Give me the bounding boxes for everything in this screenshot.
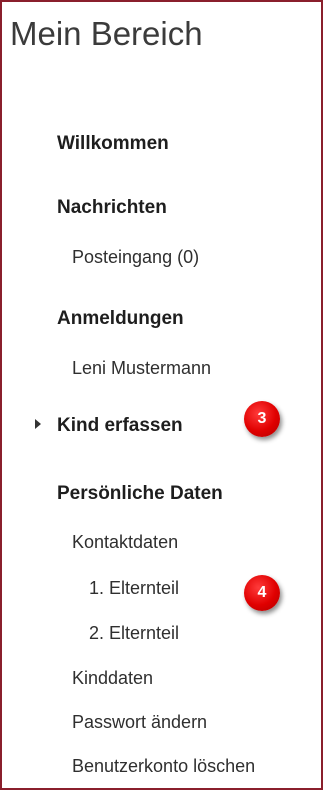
- nav-child-registration[interactable]: Leni Mustermann: [72, 358, 211, 379]
- annotation-badge-3: 3: [244, 401, 280, 437]
- nav-welcome[interactable]: Willkommen: [57, 133, 169, 155]
- nav-add-child[interactable]: Kind erfassen: [57, 415, 183, 437]
- my-area-panel: Mein Bereich Willkommen Nachrichten Post…: [0, 0, 323, 790]
- annotation-badge-4: 4: [244, 575, 280, 611]
- nav-inbox[interactable]: Posteingang (0): [72, 247, 199, 268]
- nav-contact-data[interactable]: Kontaktdaten: [72, 532, 178, 553]
- nav-delete-account[interactable]: Benutzerkonto löschen: [72, 756, 255, 777]
- nav-parent-2[interactable]: 2. Elternteil: [89, 623, 179, 644]
- nav-registrations[interactable]: Anmeldungen: [57, 308, 184, 330]
- nav-parent-1[interactable]: 1. Elternteil: [89, 578, 179, 599]
- nav-child-data[interactable]: Kinddaten: [72, 668, 153, 689]
- nav-messages[interactable]: Nachrichten: [57, 197, 167, 219]
- caret-right-icon: [35, 419, 41, 429]
- panel-title: Mein Bereich: [10, 15, 203, 52]
- nav-personal-data[interactable]: Persönliche Daten: [57, 483, 223, 505]
- nav-change-password[interactable]: Passwort ändern: [72, 712, 207, 733]
